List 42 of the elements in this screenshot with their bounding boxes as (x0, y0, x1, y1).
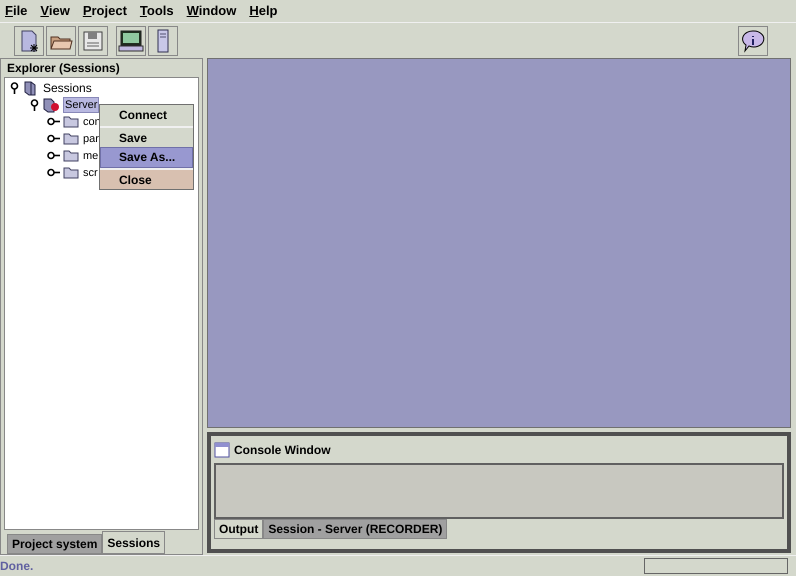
panel-title: Explorer (Sessions) (6, 60, 121, 77)
server-icon (43, 96, 61, 112)
folder-icon (63, 166, 79, 179)
context-menu-item[interactable]: Connect (100, 105, 193, 126)
tower-computer-icon (156, 28, 170, 52)
menu-item[interactable]: Help (249, 1, 278, 21)
collapsed-toggle-icon[interactable] (47, 117, 61, 126)
toolbar-button[interactable] (116, 26, 146, 56)
console-tab[interactable]: Session - Server (RECORDER) (263, 519, 448, 539)
window-icon (214, 442, 230, 458)
console-title: Console Window (234, 442, 331, 459)
expanded-toggle-icon[interactable] (10, 82, 18, 94)
tree-item[interactable]: par (81, 130, 101, 146)
panel-tab[interactable]: Project system (7, 534, 102, 554)
toolbar-button[interactable] (14, 26, 44, 56)
collapsed-toggle-icon[interactable] (47, 151, 61, 160)
menu-item[interactable]: Project (82, 1, 127, 21)
menu-item[interactable]: View (40, 1, 70, 21)
toolbar-button[interactable] (148, 26, 178, 56)
toolbar-button[interactable] (46, 26, 76, 56)
toolbar-button[interactable] (78, 26, 108, 56)
context-menu-item[interactable]: Save As... (100, 147, 193, 168)
info-speech-bubble-icon (741, 28, 765, 52)
folder-icon (63, 149, 79, 162)
tree-item[interactable]: me (81, 148, 100, 164)
panel-tab[interactable]: Sessions (102, 531, 166, 554)
menu-item[interactable]: Tools (140, 1, 174, 21)
collapsed-toggle-icon[interactable] (47, 134, 61, 143)
info-button[interactable] (738, 26, 768, 56)
collapsed-toggle-icon[interactable] (47, 168, 61, 177)
folder-icon (63, 115, 79, 128)
menu-item[interactable]: File (5, 1, 28, 21)
tree-item[interactable]: scr (81, 164, 100, 180)
context-menu-item[interactable]: Close (100, 168, 193, 189)
expanded-toggle-icon[interactable] (30, 98, 38, 110)
tree-item[interactable]: Sessions (41, 80, 94, 96)
console-tab[interactable]: Output (214, 519, 264, 539)
menu-item[interactable]: Window (186, 1, 236, 21)
folder-icon (63, 132, 79, 145)
status-text: Done. (0, 558, 34, 575)
computer-icon (118, 28, 144, 52)
tree-item[interactable]: Server (63, 96, 100, 112)
